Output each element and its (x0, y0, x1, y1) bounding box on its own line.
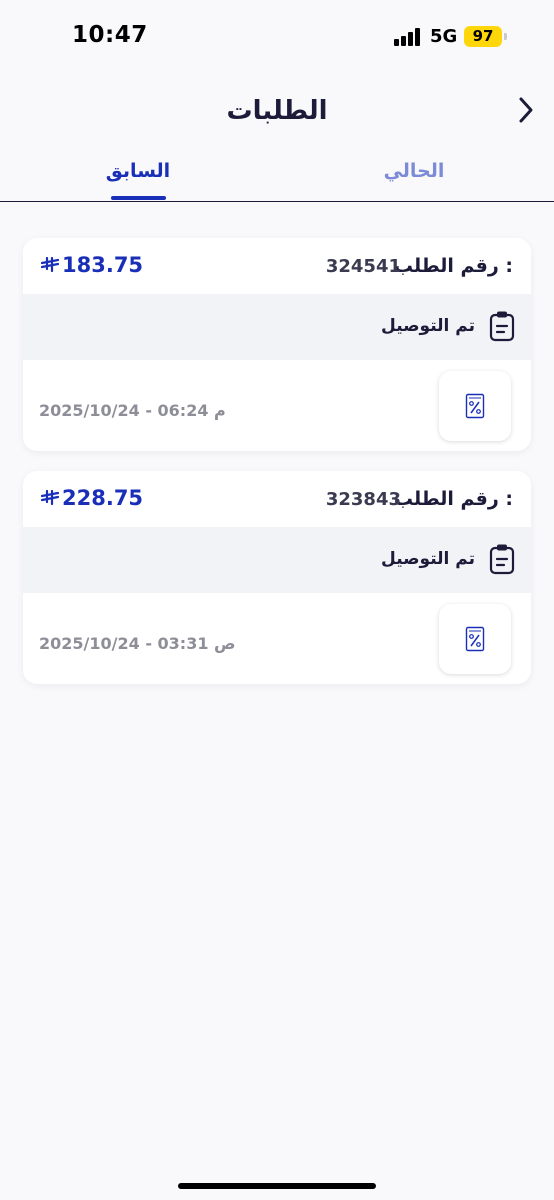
order-datetime: 2025/10/24 - 06:24 م (39, 401, 226, 420)
order-number: 324541 (325, 256, 401, 277)
status-bar: 10:47 5G 97 (0, 0, 554, 76)
order-card-header: رقم الطلب : 323843 228.75 (23, 471, 531, 527)
order-card[interactable]: رقم الطلب : 323843 228.75 تم التوصيل 202… (23, 471, 531, 684)
order-price-value: 183.75 (62, 253, 144, 277)
orders-screen: 10:47 5G 97 الطلبات السابق الحالي رقم ال… (0, 0, 554, 1200)
invoice-percent-icon (465, 393, 485, 419)
invoice-button[interactable] (439, 604, 511, 674)
invoice-button[interactable] (439, 371, 511, 441)
order-number-label: رقم الطلب : (393, 488, 513, 510)
tab-previous[interactable]: السابق (98, 160, 178, 182)
clipboard-icon (489, 311, 515, 342)
riyal-currency-icon (41, 257, 59, 273)
order-status: تم التوصيل (381, 316, 475, 336)
order-price: 228.75 (41, 486, 143, 510)
battery-level: 97 (472, 27, 494, 45)
order-card-footer: 2025/10/24 - 06:24 م (23, 360, 531, 451)
tab-bar: السابق الحالي (0, 150, 554, 202)
order-price: 183.75 (41, 253, 143, 277)
order-card-footer: 2025/10/24 - 03:31 ص (23, 593, 531, 684)
home-indicator[interactable] (178, 1183, 376, 1189)
invoice-percent-icon (465, 626, 485, 652)
riyal-currency-icon (41, 490, 59, 506)
tab-current[interactable]: الحالي (374, 160, 454, 182)
order-price-value: 228.75 (62, 486, 144, 510)
network-type: 5G (430, 26, 458, 47)
chevron-right-icon (519, 97, 533, 123)
order-status: تم التوصيل (381, 549, 475, 569)
order-status-band: تم التوصيل (23, 527, 531, 593)
page-title: الطلبات (226, 96, 328, 126)
header: الطلبات (0, 76, 554, 146)
battery-icon: 97 (464, 26, 502, 47)
active-tab-indicator (111, 196, 166, 200)
order-datetime: 2025/10/24 - 03:31 ص (39, 634, 236, 653)
order-number-label: رقم الطلب : (393, 255, 513, 277)
status-time: 10:47 (72, 22, 148, 48)
back-button[interactable] (508, 92, 544, 128)
order-status-band: تم التوصيل (23, 294, 531, 360)
clipboard-icon (489, 544, 515, 575)
battery-tip (504, 33, 507, 40)
order-number: 323843 (325, 489, 401, 510)
cellular-signal-icon (394, 28, 422, 46)
order-card[interactable]: رقم الطلب : 324541 183.75 تم التوصيل 202… (23, 238, 531, 451)
order-card-header: رقم الطلب : 324541 183.75 (23, 238, 531, 294)
